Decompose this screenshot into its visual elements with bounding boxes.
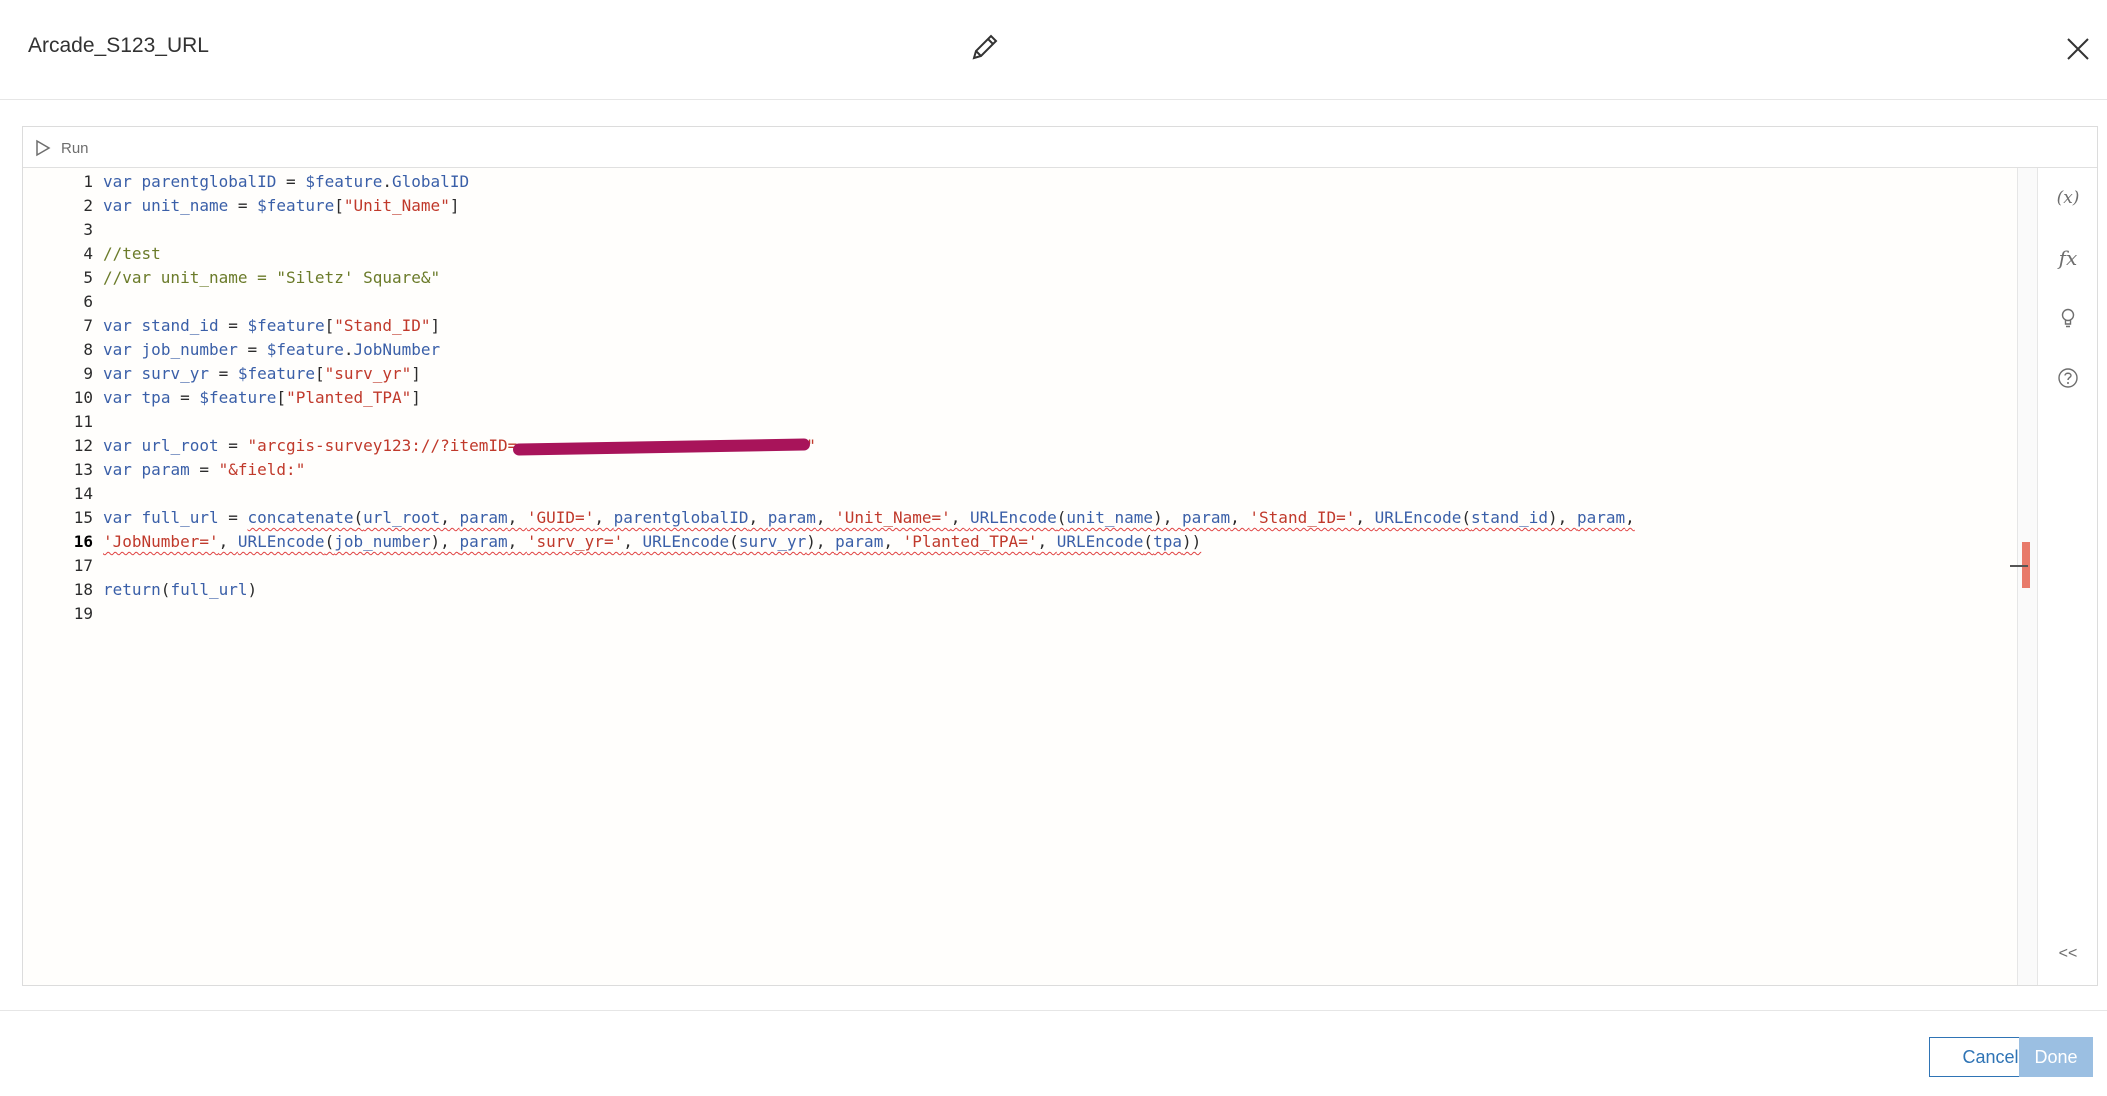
line-number: 11 <box>73 412 93 431</box>
editor-scrollbar[interactable] <box>2010 168 2037 985</box>
line-number: 2 <box>83 196 93 215</box>
dialog-header: Arcade_S123_URL <box>0 0 2107 100</box>
code-line: //var unit_name = "Siletz' Square&" <box>103 268 441 287</box>
footer-divider <box>0 1010 2107 1011</box>
run-button[interactable]: Run <box>35 135 89 161</box>
variables-icon[interactable]: (x) <box>2052 182 2084 214</box>
play-icon <box>36 139 51 157</box>
code-line: var job_number = $feature.JobNumber <box>103 340 441 359</box>
code-line: var full_url = concatenate(url_root, par… <box>103 508 1635 527</box>
expression-title: Arcade_S123_URL <box>28 34 209 57</box>
side-panel: (x) fx << <box>2037 168 2097 985</box>
line-number: 8 <box>83 340 93 359</box>
close-icon[interactable] <box>2062 33 2094 65</box>
help-icon[interactable] <box>2052 362 2084 394</box>
line-number: 5 <box>83 268 93 287</box>
line-number: 10 <box>73 388 93 407</box>
line-number: 14 <box>73 484 93 503</box>
line-number: 19 <box>73 604 93 623</box>
line-number: 18 <box>73 580 93 599</box>
code-line: var stand_id = $feature["Stand_ID"] <box>103 316 441 335</box>
cursor-position-marker <box>2010 565 2028 567</box>
run-label: Run <box>61 139 89 157</box>
line-number: 15 <box>73 508 93 527</box>
code-line: var param = "&field:" <box>103 460 306 479</box>
line-number-active: 16 <box>73 532 93 551</box>
lightbulb-icon[interactable] <box>2052 302 2084 334</box>
collapse-panel-icon[interactable]: << <box>2052 938 2084 970</box>
code-line: return(full_url) <box>103 580 258 599</box>
done-button[interactable]: Done <box>2019 1037 2093 1077</box>
line-number: 1 <box>83 172 93 191</box>
line-number: 6 <box>83 292 93 311</box>
code-line: 'JobNumber=', URLEncode(job_number), par… <box>103 532 1202 551</box>
code-line: var parentglobalID = $feature.GlobalID <box>103 172 470 191</box>
code-line: var tpa = $feature["Planted_TPA"] <box>103 388 421 407</box>
code-editor[interactable]: 1 2 3 4 5 6 7 8 9 10 11 12 13 14 15 16 1… <box>23 168 2023 985</box>
line-number: 7 <box>83 316 93 335</box>
redacted-text <box>517 434 806 458</box>
line-number: 4 <box>83 244 93 263</box>
line-number: 13 <box>73 460 93 479</box>
arcade-editor: Run 1 2 3 4 5 6 7 8 9 10 11 12 13 14 15 … <box>22 126 2098 986</box>
code-line: var surv_yr = $feature["surv_yr"] <box>103 364 421 383</box>
code-line: var unit_name = $feature["Unit_Name"] <box>103 196 460 215</box>
code-line: var url_root = "arcgis-survey123://?item… <box>103 434 816 458</box>
functions-icon[interactable]: fx <box>2052 242 2084 274</box>
code-line: //test <box>103 244 161 263</box>
line-number: 9 <box>83 364 93 383</box>
editor-toolbar: Run <box>23 127 2097 168</box>
line-number: 3 <box>83 220 93 239</box>
line-number: 17 <box>73 556 93 575</box>
line-number: 12 <box>73 436 93 455</box>
pencil-icon[interactable] <box>968 30 1002 64</box>
